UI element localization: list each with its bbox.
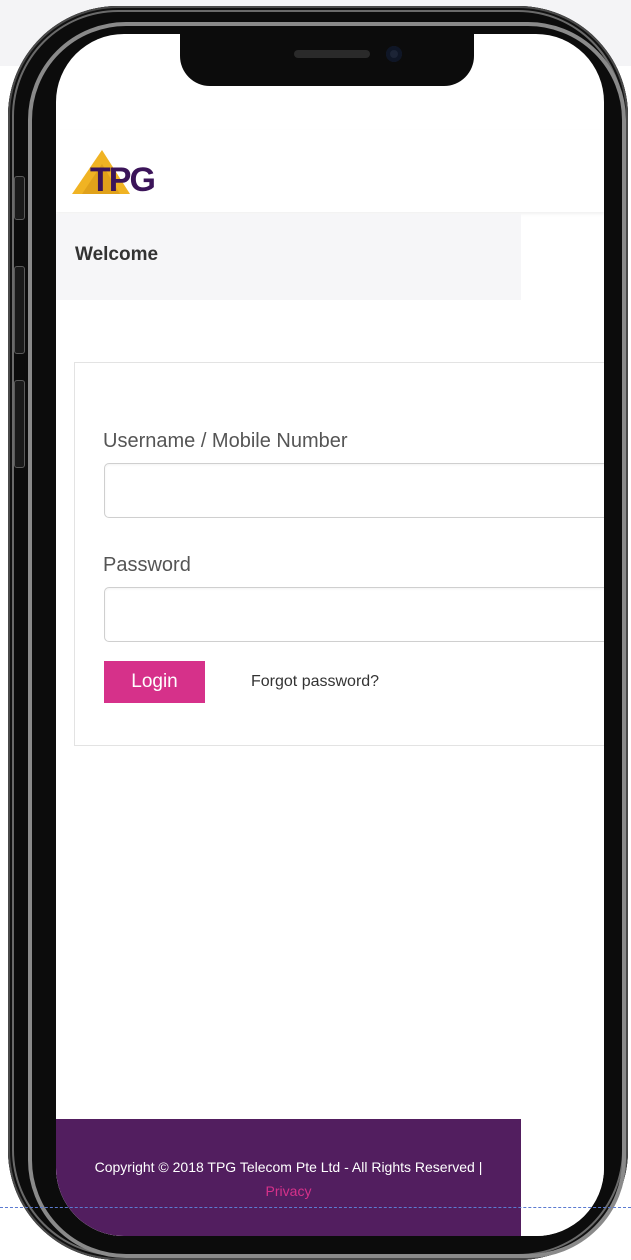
login-card: Username / Mobile Number Password Login … [74, 362, 604, 746]
site-footer: Copyright © 2018 TPG Telecom Pte Ltd - A… [56, 1119, 521, 1236]
phone-screen: TPG Welcome Username / Mobile Number Pas… [56, 34, 604, 1236]
logo-text: TPG [90, 161, 154, 194]
username-label: Username / Mobile Number [103, 430, 348, 452]
password-label: Password [103, 554, 191, 576]
phone-notch [180, 34, 474, 86]
front-camera [386, 46, 402, 62]
speaker-grille [294, 50, 370, 58]
page-title: Welcome [75, 244, 159, 265]
copyright-text: Copyright © 2018 TPG Telecom Pte Ltd - A… [94, 1159, 483, 1175]
tpg-logo-graphic: TPG [72, 150, 156, 199]
login-button[interactable]: Login [104, 661, 205, 703]
login-page: TPG Welcome Username / Mobile Number Pas… [56, 130, 604, 1236]
privacy-link[interactable]: Privacy [56, 1183, 521, 1199]
volume-up-button [14, 266, 25, 354]
dashed-guide-line [0, 1207, 631, 1208]
mute-switch [14, 176, 25, 220]
password-input[interactable] [104, 587, 604, 642]
site-header: TPG [56, 130, 604, 212]
tpg-logo[interactable]: TPG [72, 150, 190, 199]
username-input[interactable] [104, 463, 604, 518]
volume-down-button [14, 380, 25, 468]
forgot-password-link[interactable]: Forgot password? [251, 673, 379, 691]
welcome-bar: Welcome [56, 214, 521, 300]
